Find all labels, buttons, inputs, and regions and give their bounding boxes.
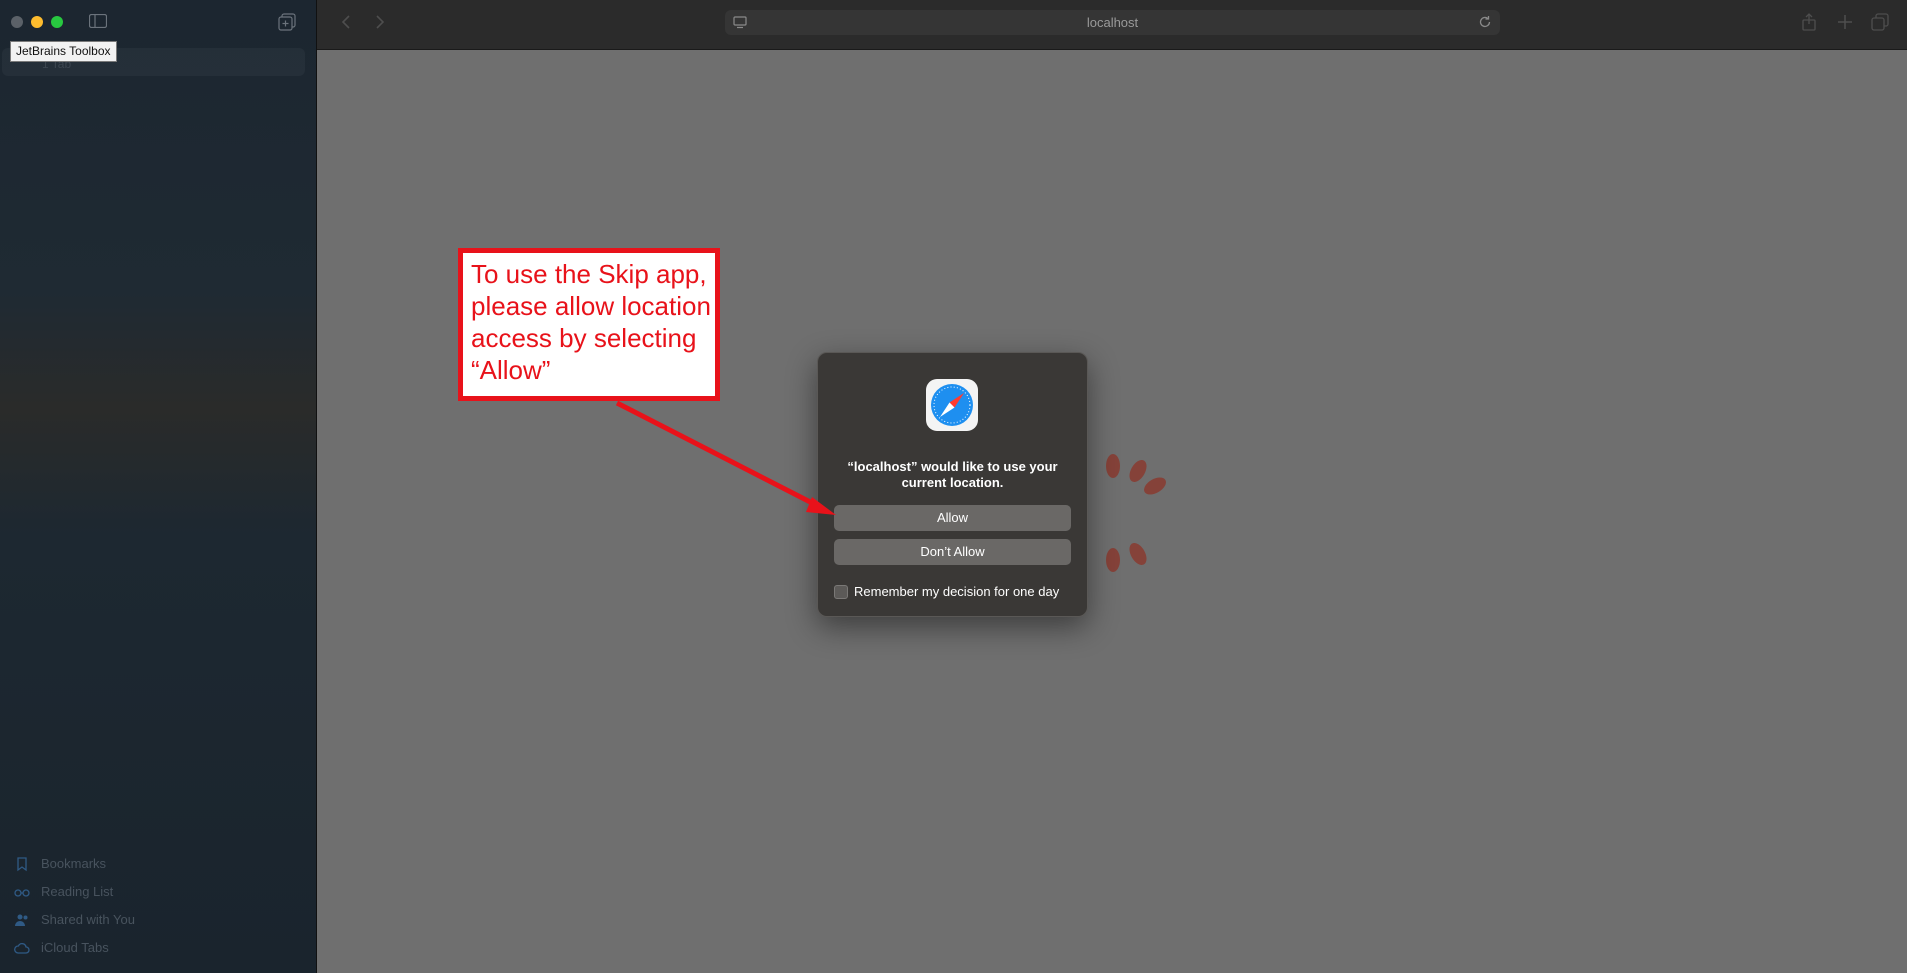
tab-overview-icon[interactable]	[1871, 13, 1889, 31]
address-bar-url: localhost	[1086, 15, 1139, 30]
browser-toolbar: localhost	[317, 0, 1907, 50]
dialog-message: “localhost” would like to use your curre…	[847, 459, 1058, 490]
share-icon[interactable]	[1800, 13, 1818, 31]
callout-box: To use the Skip app, please allow locati…	[458, 248, 720, 401]
location-permission-dialog: “localhost” would like to use your curre…	[817, 352, 1088, 617]
tooltip: JetBrains Toolbox	[10, 41, 117, 62]
sidebar-item-bookmarks[interactable]: Bookmarks	[14, 853, 274, 875]
forward-icon[interactable]	[373, 13, 387, 31]
address-bar[interactable]: localhost	[725, 10, 1500, 35]
glasses-icon	[14, 889, 30, 897]
remember-decision-label: Remember my decision for one day	[854, 584, 1060, 599]
sidebar-item-label: iCloud Tabs	[41, 940, 109, 955]
sidebar-item-reading-list[interactable]: Reading List	[14, 881, 274, 903]
zoom-window-button[interactable]	[51, 16, 63, 28]
dont-allow-button[interactable]: Don’t Allow	[834, 539, 1071, 565]
sidebar: 1 Tab Bookmarks Reading List Shared with…	[0, 0, 317, 973]
safari-compass-icon	[926, 379, 978, 431]
new-tab-icon[interactable]	[1836, 13, 1854, 31]
sidebar-item-label: Bookmarks	[41, 856, 107, 871]
web-content-area	[317, 50, 1907, 973]
callout-text: To use the Skip app, please allow locati…	[471, 259, 711, 385]
allow-button[interactable]: Allow	[834, 505, 1071, 531]
sidebar-item-label: Shared with You	[41, 912, 135, 927]
back-icon[interactable]	[339, 13, 353, 31]
people-icon	[15, 914, 28, 926]
sidebar-item-shared-with-you[interactable]: Shared with You	[14, 909, 274, 931]
remember-decision-checkbox[interactable]	[834, 585, 848, 599]
close-window-button[interactable]	[11, 16, 23, 28]
sidebar-item-label: Reading List	[41, 884, 114, 899]
minimize-window-button[interactable]	[31, 16, 43, 28]
sidebar-toggle-icon[interactable]	[89, 14, 107, 28]
sidebar-item-icloud-tabs[interactable]: iCloud Tabs	[14, 937, 274, 959]
reload-icon[interactable]	[1478, 15, 1492, 29]
new-tab-group-icon[interactable]	[278, 13, 296, 31]
cloud-icon	[14, 942, 30, 954]
spinner-petal	[1106, 454, 1120, 478]
spinner-petal	[1106, 548, 1120, 572]
bookmark-icon	[17, 857, 27, 872]
